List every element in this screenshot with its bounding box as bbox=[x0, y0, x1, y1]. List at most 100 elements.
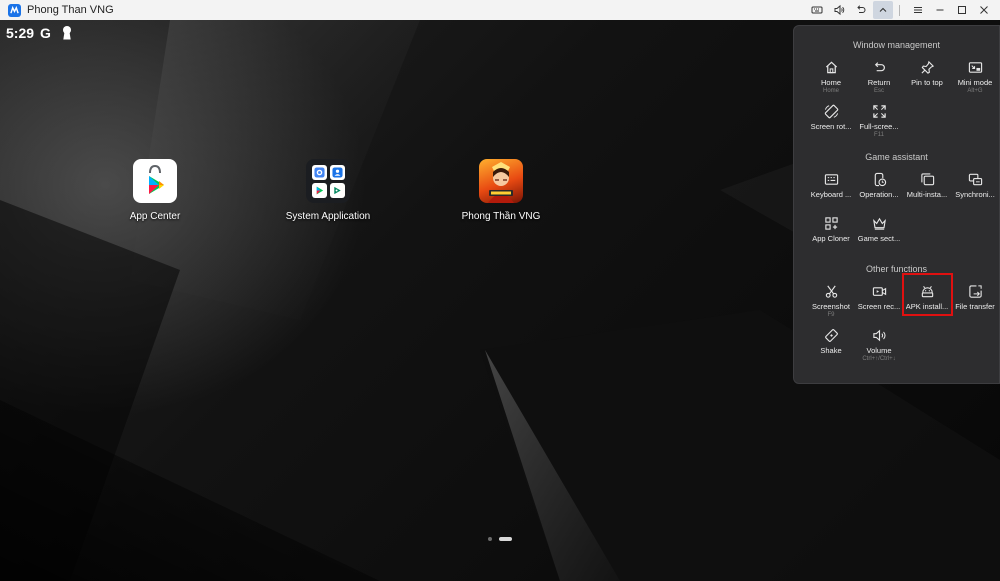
rotate-screen-icon bbox=[824, 104, 838, 119]
scissors-icon bbox=[825, 285, 837, 298]
keyboard-button[interactable] bbox=[807, 1, 827, 19]
home-button[interactable]: Home Home bbox=[807, 60, 855, 94]
page-dot-current bbox=[499, 537, 512, 541]
file-transfer-button[interactable]: File transfer bbox=[951, 284, 999, 312]
screen-recorder-button[interactable]: Screen rec... bbox=[855, 284, 903, 312]
multi-instance-icon bbox=[920, 173, 934, 186]
system-folder-icon bbox=[306, 159, 350, 203]
section-title-other-functions: Other functions bbox=[865, 264, 928, 274]
keyboard-icon bbox=[811, 6, 823, 14]
collapse-panel-button[interactable] bbox=[873, 1, 893, 19]
item-label: Synchroni... bbox=[955, 190, 995, 199]
volume-icon bbox=[834, 4, 845, 16]
maximize-icon bbox=[958, 6, 966, 14]
item-shortcut: F9 bbox=[827, 312, 835, 318]
undo-button[interactable] bbox=[851, 1, 871, 19]
contacts-icon bbox=[329, 164, 345, 180]
item-label: Pin to top bbox=[911, 78, 943, 87]
item-label: Game sect... bbox=[857, 234, 901, 243]
menu-icon bbox=[914, 7, 922, 13]
keyboard-mapping-button[interactable]: Keyboard ... bbox=[807, 172, 855, 200]
item-shortcut: F11 bbox=[874, 132, 884, 138]
section-title-window-management: Window management bbox=[852, 40, 941, 50]
synchronize-icon bbox=[968, 173, 982, 186]
maximize-button[interactable] bbox=[952, 1, 972, 19]
app-label: System Application bbox=[285, 211, 371, 222]
keyboard-mapping-icon bbox=[824, 174, 838, 185]
mini-mode-icon bbox=[968, 62, 982, 73]
minimize-icon bbox=[936, 9, 944, 11]
chevron-up-icon bbox=[879, 7, 887, 12]
pin-icon bbox=[920, 60, 934, 74]
system-application-folder[interactable]: System Application bbox=[268, 159, 388, 222]
side-toolbar-panel: Window management Home Home Return Esc P… bbox=[793, 25, 1000, 384]
close-button[interactable] bbox=[974, 1, 994, 19]
volume-button[interactable] bbox=[829, 1, 849, 19]
file-transfer-icon bbox=[968, 285, 982, 298]
window-title: Phong Than VNG bbox=[27, 4, 114, 16]
item-label: Return bbox=[867, 78, 891, 87]
operation-record-icon bbox=[874, 172, 886, 187]
apk-install-highlight-box bbox=[902, 273, 953, 316]
mini-mode-button[interactable]: Mini mode Alt+G bbox=[951, 60, 999, 94]
item-label: Volume bbox=[866, 346, 892, 355]
phong-than-game-icon bbox=[479, 159, 523, 203]
menu-button[interactable] bbox=[908, 1, 928, 19]
screenshot-button[interactable]: Screenshot F9 bbox=[807, 284, 855, 318]
emulator-window: Phong Than VNG 5:29 G App Center System … bbox=[0, 0, 1000, 581]
page-dot bbox=[488, 537, 492, 541]
item-label: Home bbox=[820, 78, 841, 87]
shake-icon bbox=[824, 329, 838, 342]
item-shortcut: Home bbox=[822, 88, 839, 94]
item-label: App Cloner bbox=[812, 234, 850, 243]
shake-button[interactable]: Shake bbox=[807, 328, 855, 356]
item-label: Multi-insta... bbox=[906, 190, 948, 199]
game-section-button[interactable]: Game sect... bbox=[855, 216, 903, 244]
app-label: Phong Thần VNG bbox=[461, 211, 541, 222]
item-label: Screen rot... bbox=[810, 122, 852, 131]
app-logo-icon bbox=[8, 3, 21, 17]
undo-icon bbox=[857, 5, 866, 13]
phong-than-game-app[interactable]: Phong Thần VNG bbox=[441, 159, 561, 222]
return-icon bbox=[874, 62, 885, 72]
item-label: Mini mode bbox=[957, 78, 993, 87]
item-label: Shake bbox=[820, 346, 842, 355]
full-screen-button[interactable]: Full-scree... F11 bbox=[855, 104, 903, 138]
status-time: 5:29 bbox=[6, 25, 35, 41]
google-status-icon: G bbox=[40, 25, 51, 41]
item-label: File transfer bbox=[955, 302, 995, 311]
minimize-button[interactable] bbox=[930, 1, 950, 19]
item-shortcut: Alt+G bbox=[967, 88, 983, 94]
title-bar: Phong Than VNG bbox=[0, 0, 1000, 20]
title-controls bbox=[805, 0, 994, 20]
app-label: App Center bbox=[129, 211, 181, 222]
home-icon bbox=[825, 61, 837, 74]
play-store-small-icon bbox=[311, 182, 327, 198]
item-shortcut: Esc bbox=[873, 88, 884, 94]
item-label: Keyboard ... bbox=[810, 190, 852, 199]
item-label: Screenshot bbox=[812, 302, 850, 311]
app-cloner-button[interactable]: App Cloner bbox=[807, 216, 855, 244]
synchronizer-button[interactable]: Synchroni... bbox=[951, 172, 999, 200]
close-icon bbox=[980, 6, 988, 14]
screen-record-icon bbox=[872, 287, 886, 296]
speaker-icon bbox=[872, 329, 886, 342]
pin-to-top-button[interactable]: Pin to top bbox=[903, 60, 951, 88]
page-indicator bbox=[488, 537, 512, 541]
screen-rotation-button[interactable]: Screen rot... bbox=[807, 104, 855, 132]
volume-control-button[interactable]: Volume Ctrl+↑/Ctrl+↓ bbox=[855, 328, 903, 362]
item-label: Operation... bbox=[859, 190, 899, 199]
title-separator bbox=[899, 4, 900, 16]
item-label: Full-scree... bbox=[859, 122, 899, 131]
play-store-icon bbox=[133, 159, 177, 203]
keyhole-icon bbox=[63, 26, 71, 40]
multi-instance-button[interactable]: Multi-insta... bbox=[903, 172, 951, 200]
play-games-icon bbox=[329, 182, 345, 198]
settings-icon bbox=[311, 164, 327, 180]
operation-recorder-button[interactable]: Operation... bbox=[855, 172, 903, 200]
full-screen-icon bbox=[872, 105, 886, 118]
app-cloner-icon bbox=[824, 217, 838, 230]
app-center-app[interactable]: App Center bbox=[95, 159, 215, 222]
return-button[interactable]: Return Esc bbox=[855, 60, 903, 94]
item-label: Screen rec... bbox=[857, 302, 901, 311]
